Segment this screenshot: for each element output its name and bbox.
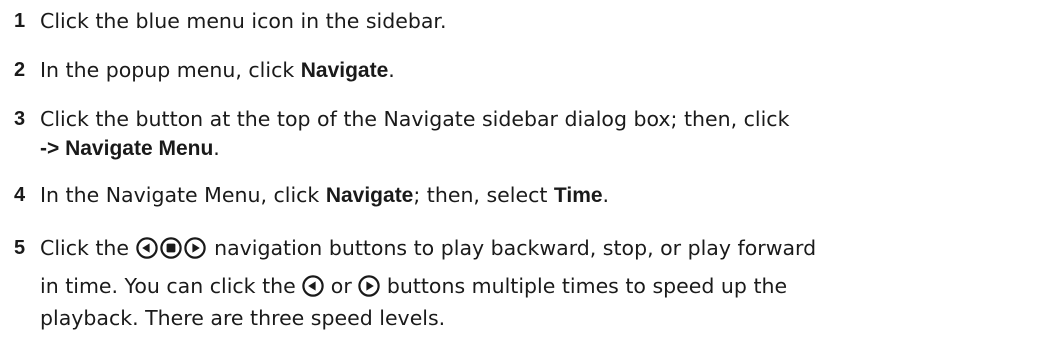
step-text: Click the blue menu icon in the sidebar. <box>40 4 1030 33</box>
ui-term-time: Time <box>553 184 603 207</box>
text-run: In the Navigate Menu, click <box>40 183 326 207</box>
text-run: Click the button at the top of the Navig… <box>40 107 790 131</box>
step-line: -> Navigate Menu. <box>40 131 1030 160</box>
step-line: in time. You can click the or buttons mu… <box>40 267 1030 305</box>
text-run: . <box>388 58 395 82</box>
play-backward-icon <box>135 237 158 259</box>
text-run: ; then, select <box>413 183 554 207</box>
play-forward-icon <box>183 237 206 259</box>
text-run: Click the blue menu icon in the sidebar. <box>40 9 447 33</box>
step-number: 3 <box>14 108 26 130</box>
step-text: In the Navigate Menu, click Navigate; th… <box>40 178 1030 207</box>
step-line: playback. There are three speed levels. <box>40 305 1030 334</box>
step-text: Click the navigation buttons to play bac… <box>40 229 1030 334</box>
ui-term-navigate: Navigate <box>300 59 389 82</box>
ui-term-navigate: Navigate <box>325 184 414 207</box>
step-line: In the Navigate Menu, click Navigate; th… <box>40 178 1030 207</box>
step-text: In the popup menu, click Navigate. <box>40 53 1030 82</box>
text-run: . <box>213 136 220 160</box>
text-run: buttons multiple times to speed up the <box>386 274 788 298</box>
text-run: . <box>602 183 610 207</box>
step-line: Click the button at the top of the Navig… <box>40 102 1030 131</box>
play-backward-icon <box>302 275 324 297</box>
step-number: 2 <box>14 59 26 81</box>
step-line: Click the navigation buttons to play bac… <box>40 229 1030 267</box>
text-run: Click the <box>40 236 130 260</box>
step-text: Click the button at the top of the Navig… <box>40 102 1030 160</box>
text-run: navigation buttons to play backward, sto… <box>214 236 817 260</box>
step-line: Click the blue menu icon in the sidebar. <box>40 4 1030 33</box>
step-number: 1 <box>14 10 26 32</box>
step-line: In the popup menu, click Navigate. <box>40 53 1030 82</box>
text-run: in time. You can click the <box>40 274 296 298</box>
navigation-buttons-group <box>135 233 208 271</box>
text-run: or <box>330 274 352 298</box>
play-forward-icon <box>358 275 380 297</box>
text-run: playback. There are three speed levels. <box>40 306 446 330</box>
step-number: 4 <box>14 184 26 206</box>
text-run: In the popup menu, click <box>40 58 301 82</box>
step-number: 5 <box>14 237 26 259</box>
ui-term-navigate-menu: -> Navigate Menu <box>40 137 214 160</box>
stop-icon <box>159 237 182 259</box>
